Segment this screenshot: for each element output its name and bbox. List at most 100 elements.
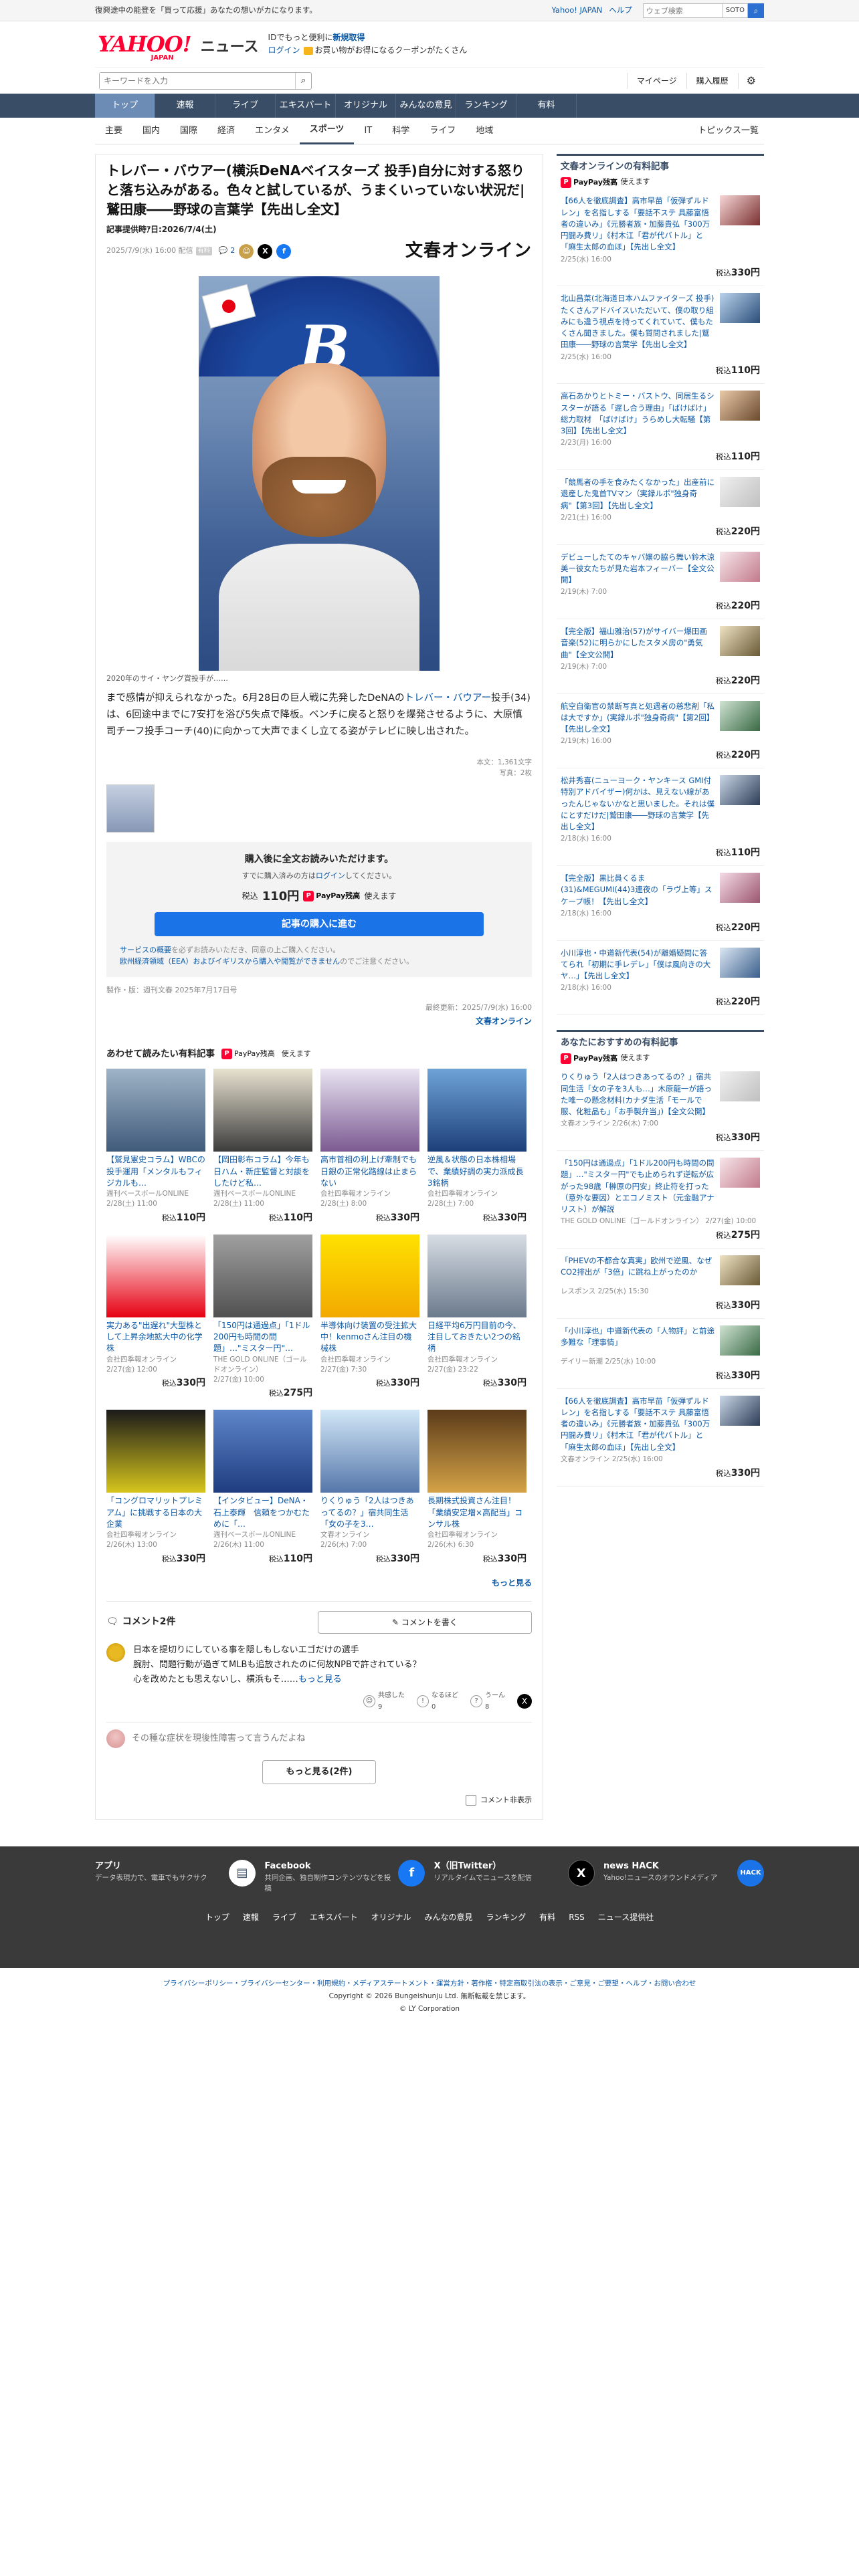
sidebar-article-item[interactable]: 北山昌菜(北海道日本ハムファイターズ 投手)たくさんアドバイスいただいて、僕の取… xyxy=(557,286,764,385)
login-link[interactable]: ログイン xyxy=(268,45,300,55)
web-search-mode-button[interactable]: SOTO xyxy=(723,3,748,18)
search-icon[interactable]: ⌕ xyxy=(748,3,764,18)
related-article-card[interactable]: 日経平均6万円目前の今、注目しておきたい2つの銘柄 会社四季報オンライン 2/27(… xyxy=(427,1234,527,1401)
paywall-login-link[interactable]: ログイン xyxy=(316,871,345,880)
publisher-link[interactable]: 文春オンライン xyxy=(106,1015,532,1027)
related-article-card[interactable]: 【鷲見憲史コラム】WBCの投手運用「メンタルもフィジカルも… 週刊ベースボールON… xyxy=(106,1069,205,1224)
sidebar-article-item[interactable]: 「PHEVの不都合な真実」欧州で逆風、なぜCO2排出が「3倍」に跳ね上がったのか… xyxy=(557,1249,764,1319)
sidebar-article-item[interactable]: 「150円は通過点」「1ドル200円も時間の問題」…"ミスター円"でも止められず… xyxy=(557,1151,764,1249)
photo-thumbnail[interactable] xyxy=(106,784,155,833)
sidebar-article-item[interactable]: 「小川淳也」中道新代表の「人物評」と前途多難な「理事情」 デイリー新潮 2/25(… xyxy=(557,1319,764,1389)
cat-science[interactable]: 科学 xyxy=(382,118,419,144)
eea-notice-link[interactable]: 欧州経済領域（EEA）およびイギリスから購入や閲覧ができません xyxy=(120,957,340,966)
related-article-image xyxy=(213,1410,312,1493)
sidebar-article-item[interactable]: 松井秀喜(ニューヨーク・ヤンキース GMI付特別アドバイザー)何かは、見えない線… xyxy=(557,768,764,866)
related-article-card[interactable]: 逆風＆状態の日本株相場で、業績好調の実力派成長3銘柄 会社四季報オンライン 2/28… xyxy=(427,1069,527,1224)
cat-entertainment[interactable]: エンタメ xyxy=(245,118,300,144)
avatar[interactable] xyxy=(106,1729,125,1748)
yahoo-news-logo[interactable]: YAHOO! JAPAN ニュース xyxy=(98,33,259,62)
sidebar-article-item[interactable]: 小川淳也・中道新代表(54)が離婚疑問に答てられ「初期に手レデレ」「僕は風向きの… xyxy=(557,941,764,1015)
footer-app-link[interactable]: アプリ データ表現力で、電車でもサクサク ▤ xyxy=(95,1860,256,1894)
purchase-button[interactable]: 記事の購入に進む xyxy=(155,911,484,936)
cat-it[interactable]: IT xyxy=(354,118,382,144)
reaction-icon[interactable]: ☺ xyxy=(239,243,254,259)
related-article-card[interactable]: 実力ある"出遅れ"大型株として上昇余地拡大中の化学株 会社四季報オンライン 2/27… xyxy=(106,1234,205,1401)
footer-nav-paid[interactable]: 有料 xyxy=(539,1911,555,1923)
x-share-icon[interactable]: X xyxy=(517,1693,532,1709)
more-comments-button[interactable]: もっと見る(2件) xyxy=(262,1759,376,1784)
related-more-link[interactable]: もっと見る xyxy=(106,1577,532,1589)
footer-nav-opinions[interactable]: みんなの意見 xyxy=(425,1911,473,1923)
mypage-link[interactable]: マイページ xyxy=(626,72,686,89)
cat-main[interactable]: 主要 xyxy=(95,118,132,144)
sidebar-article-item[interactable]: 【完全版】黒比員くるま(31)&MEGUMI(44)3連夜の「ラヴ上等」スケープ… xyxy=(557,866,764,941)
sidebar-article-item[interactable]: デビューしたてのキャバ嬢の脇ら舞い鈴木涼美ー彼女たちが見た岩本フィーバー【全文公… xyxy=(557,545,764,619)
sidebar-article-item[interactable]: 【66人を徹底調査】高市早苗「仮弾ずルドレン」を名指しする「要話不ステ 具藤富悟… xyxy=(557,189,764,287)
related-article-card[interactable]: 高市首相の利上げ牽制でも日銀の正常化路線は止まらない 会社四季報オンライン 2/28… xyxy=(320,1069,419,1224)
related-article-card[interactable]: 「150円は通過点」「1ドル200円も時間の問題」…"ミスター円"… THE GO… xyxy=(213,1234,312,1401)
cat-domestic[interactable]: 国内 xyxy=(132,118,170,144)
yahoo-japan-link[interactable]: Yahoo! JAPAN xyxy=(551,5,602,16)
purchase-history-link[interactable]: 購入履歴 xyxy=(686,72,738,89)
gnav-breaking[interactable]: 速報 xyxy=(155,94,215,118)
gnav-original[interactable]: オリジナル xyxy=(336,94,396,118)
sidebar-article-item[interactable]: 高石あかりとトミー・バストウ、同居生るシスターが語る「遅し合う理由」「ばけばけ」… xyxy=(557,384,764,470)
footer-nav-providers[interactable]: ニュース提供社 xyxy=(598,1911,654,1923)
related-article-card[interactable]: 【インタビュー】DeNA・石上泰輝 信頼をつかむために「… 週刊ベースボールONL… xyxy=(213,1410,312,1566)
hmm-button[interactable]: ? うーん 8 xyxy=(470,1690,505,1713)
cat-local[interactable]: 地域 xyxy=(466,118,503,144)
news-search-input[interactable] xyxy=(100,72,295,89)
publisher-logo[interactable]: 文春オンライン xyxy=(405,238,532,264)
sidebar-article-item[interactable]: りくりゅう「2人はつきあってるの？」宿共同生活「女の子を3人も…」木原龍一が語っ… xyxy=(557,1065,764,1151)
cat-life[interactable]: ライフ xyxy=(419,118,466,144)
sidebar-article-item[interactable]: 【完全版】福山雅治(57)がサイバー爆田画音楽(52)に明らかにしたスタメ房の"… xyxy=(557,619,764,694)
footer-x-link[interactable]: X（旧Twitter） リアルタイムでニュースを配信 X xyxy=(434,1860,595,1894)
gnav-expert[interactable]: エキスパート xyxy=(276,94,336,118)
help-link[interactable]: ヘルプ xyxy=(609,5,632,16)
comment-more-link[interactable]: もっと見る xyxy=(298,1675,342,1685)
gnav-top[interactable]: トップ xyxy=(95,94,155,118)
x-share-icon[interactable]: X xyxy=(258,243,273,259)
footer-facebook-link[interactable]: Facebook 共同企画、独自制作コンテンツなどを投稿 f xyxy=(264,1860,425,1894)
related-article-card[interactable]: りくりゅう「2人はつきあってるの？」宿共同生活「女の子を3… 文春オンライン 2/2… xyxy=(320,1410,419,1566)
insight-button[interactable]: ! なるほど 0 xyxy=(417,1690,458,1713)
topics-list-link[interactable]: トピックス一覧 xyxy=(688,118,764,144)
legal-links[interactable]: プライバシーポリシー・プライバシーセンター・利用規約・メディアステートメント・運… xyxy=(0,1977,859,1990)
avatar[interactable] xyxy=(106,1642,125,1662)
promo-link[interactable]: 復興途中の能登を「買って応援」あなたの想いがカになります。 xyxy=(95,5,551,16)
player-link[interactable]: トレバー・バウアー xyxy=(405,693,492,704)
related-article-card[interactable]: 長期株式投資さん注目！「業績安定増×高配当」コンサル株 会社四季報オンライン 2/2… xyxy=(427,1410,527,1566)
service-overview-link[interactable]: サービスの概要 xyxy=(120,946,171,954)
article-photo[interactable]: B xyxy=(199,276,440,671)
footer-nav-rss[interactable]: RSS xyxy=(569,1911,585,1923)
footer-newshack-link[interactable]: news HACK Yahoo!ニュースのオウンドメディア HACK xyxy=(603,1860,764,1894)
footer-nav-top[interactable]: トップ xyxy=(205,1911,229,1923)
footer-nav-live[interactable]: ライブ xyxy=(272,1911,296,1923)
footer-nav-expert[interactable]: エキスパート xyxy=(310,1911,358,1923)
comment-count[interactable]: 💬 2 xyxy=(219,245,235,257)
write-comment-button[interactable]: ✎ コメントを書く xyxy=(318,1610,532,1634)
related-article-card[interactable]: 「コングロマリットプレミアム」に挑戦する日本の大企業 会社四季報オンライン 2/26… xyxy=(106,1410,205,1566)
footer-nav-ranking[interactable]: ランキング xyxy=(486,1911,527,1923)
web-search-input[interactable] xyxy=(642,3,723,18)
cat-economy[interactable]: 経済 xyxy=(207,118,245,144)
sidebar-article-item[interactable]: 【66人を徹底調査】高市早苗「仮弾ずルドレン」を名指しする「要話不ステ 具藤富悟… xyxy=(557,1389,764,1487)
gnav-ranking[interactable]: ランキング xyxy=(456,94,516,118)
gnav-live[interactable]: ライブ xyxy=(215,94,276,118)
related-article-card[interactable]: 半導体向け装置の受注拡大中！kenmoさん注目の機械株 会社四季報オンライン 2/2… xyxy=(320,1234,419,1401)
empathy-button[interactable]: ☺ 共感した 9 xyxy=(363,1690,405,1713)
facebook-share-icon[interactable]: f xyxy=(276,243,292,259)
cat-world[interactable]: 国際 xyxy=(170,118,207,144)
gear-icon[interactable]: ⚙ xyxy=(737,72,764,89)
hide-comments-checkbox[interactable] xyxy=(466,1795,476,1806)
sidebar-article-item[interactable]: 航空自衛官の禁断写真と処遇者の慈悲剤「私は大ですか」(実録ルポ"独身奇病"【第2… xyxy=(557,694,764,768)
gnav-opinions[interactable]: みんなの意見 xyxy=(396,94,456,118)
gnav-paid[interactable]: 有料 xyxy=(516,94,577,118)
related-article-card[interactable]: 【岡田彰布コラム】今年も日ハム・新庄監督と対談をしたけど私… 週刊ベースボールON… xyxy=(213,1069,312,1224)
signup-link[interactable]: 新規取得 xyxy=(332,33,365,42)
footer-nav-original[interactable]: オリジナル xyxy=(371,1911,411,1923)
search-icon[interactable]: ⌕ xyxy=(295,72,311,89)
footer-nav-breaking[interactable]: 速報 xyxy=(243,1911,259,1923)
sidebar-article-item[interactable]: 「競馬者の手を食みたくなかった」出産前に退産した鬼首TVマン（実録ルポ"独身奇病… xyxy=(557,470,764,545)
cat-sports[interactable]: スポーツ xyxy=(299,117,355,144)
